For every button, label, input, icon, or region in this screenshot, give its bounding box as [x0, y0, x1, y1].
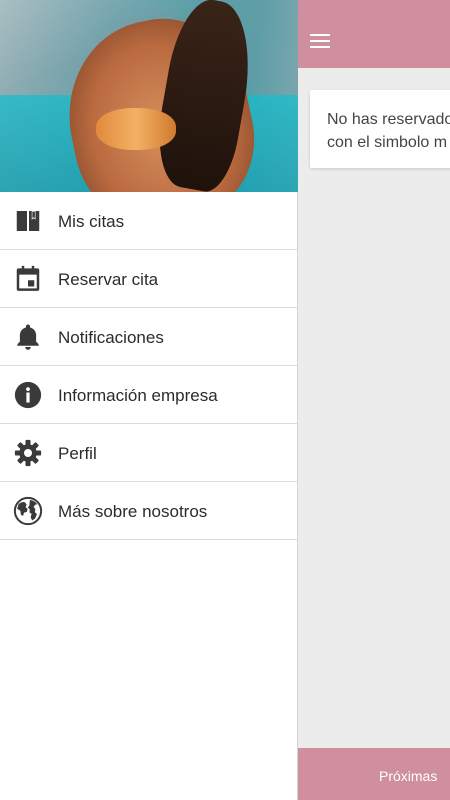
hamburger-line	[310, 46, 330, 48]
menu-item-label: Reservar cita	[58, 270, 159, 289]
drawer-menu: Mis citas Reservar cita Notificaciones I…	[0, 192, 297, 540]
menu-item-label: Información empresa	[58, 386, 218, 405]
navigation-drawer: Mis citas Reservar cita Notificaciones I…	[0, 0, 298, 800]
menu-item-perfil[interactable]: Perfil	[0, 424, 297, 482]
hamburger-line	[310, 40, 330, 42]
empty-state-line-2: con el simbolo m	[327, 134, 448, 151]
empty-state-line-1: No has reservado	[327, 111, 450, 128]
menu-item-mis-citas[interactable]: Mis citas	[0, 192, 297, 250]
menu-item-label: Perfil	[58, 444, 97, 463]
empty-state-card: No has reservado con el simbolo m	[310, 90, 450, 168]
book-icon	[16, 211, 40, 231]
app-root: No has reservado con el simbolo m Próxim…	[0, 0, 450, 800]
menu-item-notificaciones[interactable]: Notificaciones	[0, 308, 297, 366]
menu-item-label: Más sobre nosotros	[58, 502, 208, 521]
calendar-icon	[16, 265, 40, 291]
info-icon	[14, 381, 42, 409]
header-swimsuit-shape	[96, 108, 176, 150]
menu-item-informacion-empresa[interactable]: Información empresa	[0, 366, 297, 424]
hamburger-icon[interactable]	[304, 24, 336, 64]
globe-icon	[13, 496, 43, 526]
menu-item-mas-sobre-nosotros[interactable]: Más sobre nosotros	[0, 482, 297, 540]
drawer-header-image	[0, 0, 298, 192]
menu-item-label: Mis citas	[58, 212, 125, 231]
menu-item-label: Notificaciones	[58, 328, 164, 347]
bell-icon	[17, 324, 39, 350]
menu-item-reservar-cita[interactable]: Reservar cita	[0, 250, 297, 308]
hamburger-line	[310, 34, 330, 36]
gear-icon	[14, 439, 42, 467]
tab-proximas[interactable]: Próximas	[379, 768, 437, 784]
